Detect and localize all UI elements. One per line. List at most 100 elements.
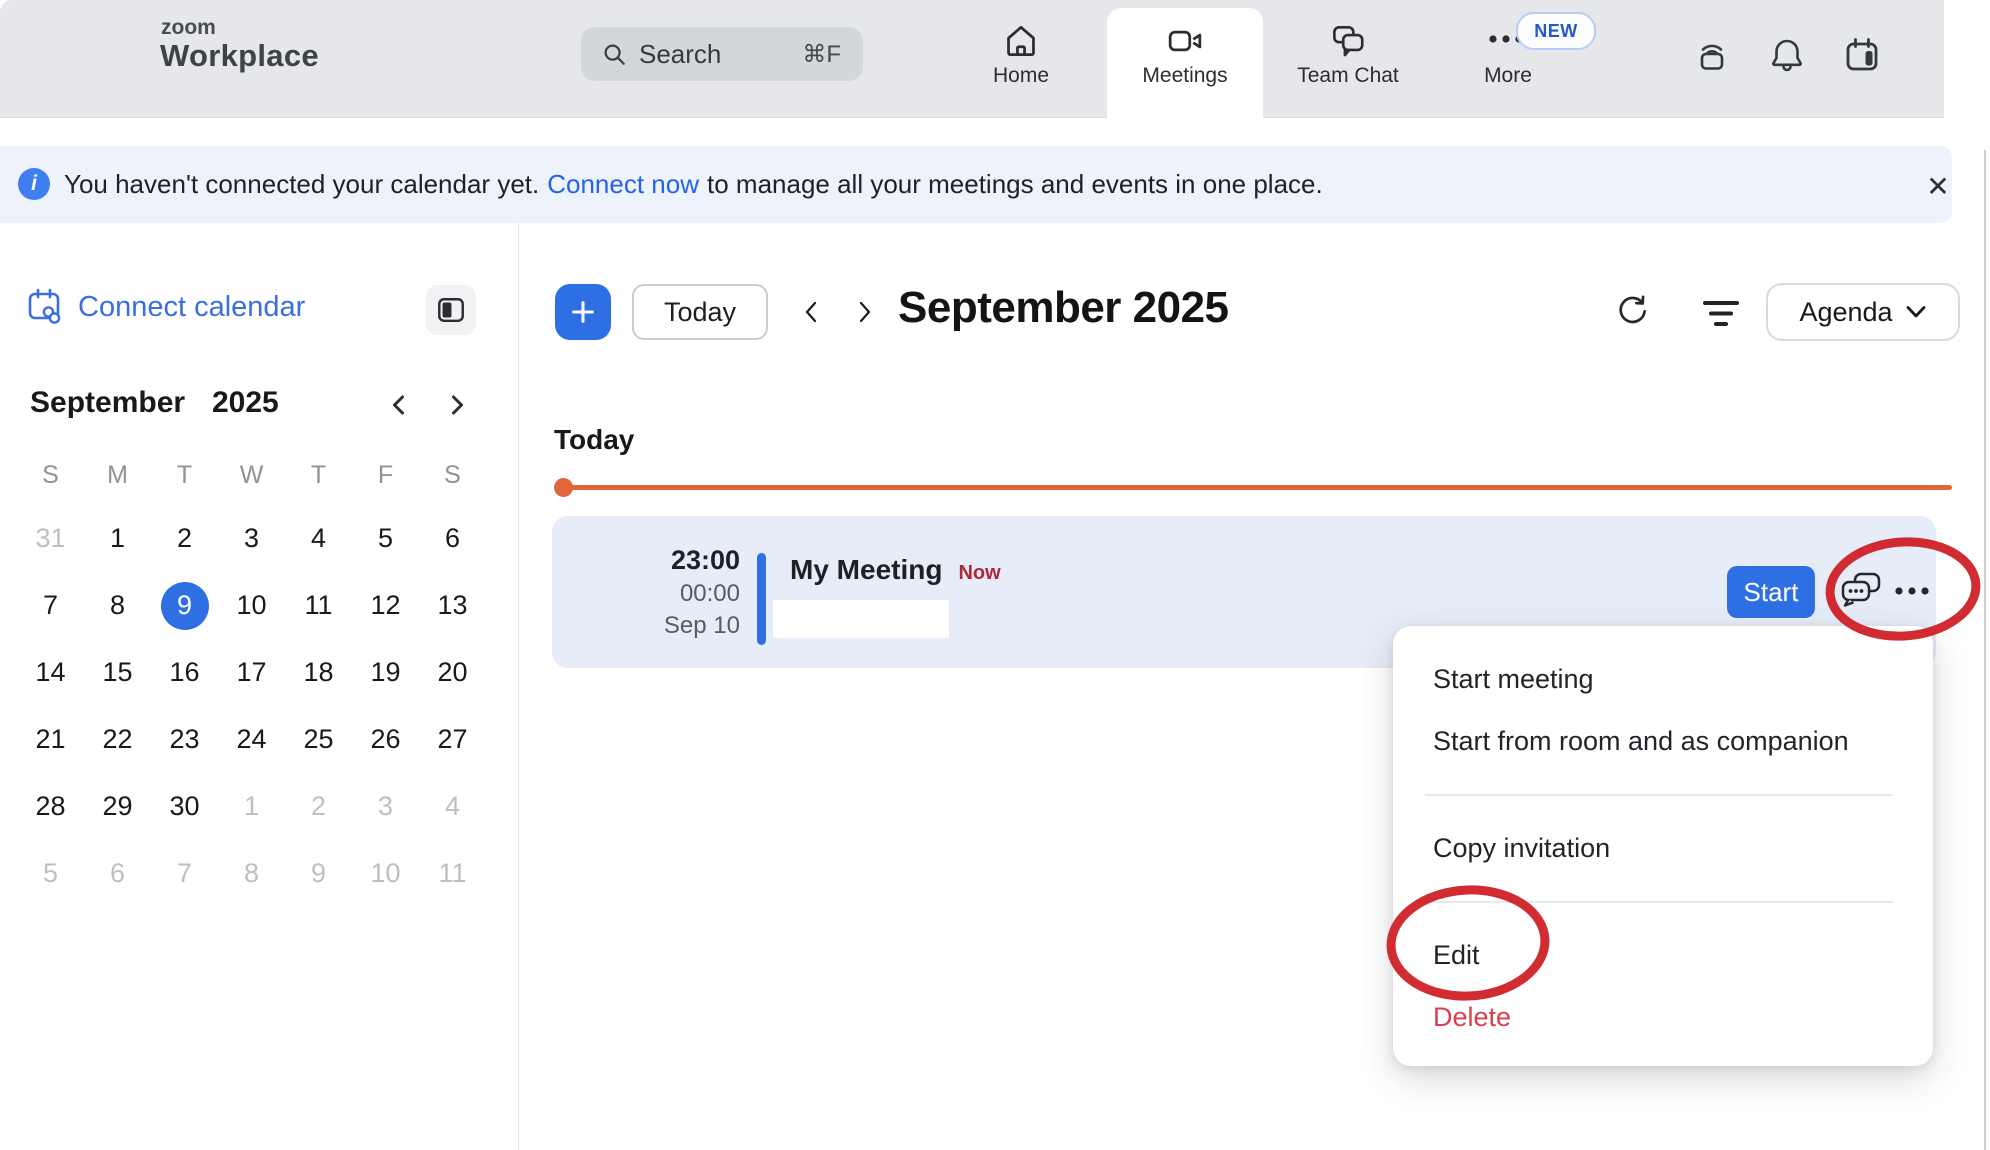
view-selector-button[interactable]: Agenda [1766, 283, 1960, 341]
new-meeting-button[interactable] [555, 284, 611, 340]
mini-cal-day[interactable]: 29 [84, 773, 151, 840]
mini-cal-prev-icon[interactable] [385, 391, 413, 419]
mini-cal-day[interactable]: 18 [285, 639, 352, 706]
info-icon: i [18, 168, 50, 200]
menu-item-copy-invitation[interactable]: Copy invitation [1393, 817, 1933, 879]
meeting-title-row: My Meeting Now [790, 554, 1001, 586]
start-meeting-button[interactable]: Start [1727, 566, 1815, 618]
mini-cal-day[interactable]: 15 [84, 639, 151, 706]
mini-cal-day[interactable]: 12 [352, 572, 419, 639]
mini-cal-day[interactable]: 5 [352, 505, 419, 572]
mini-cal-day[interactable]: 7 [151, 840, 218, 907]
search-input[interactable]: Search ⌘F [581, 27, 863, 81]
mini-cal-day[interactable]: 4 [285, 505, 352, 572]
mini-cal-day[interactable]: 2 [285, 773, 352, 840]
search-icon [601, 41, 627, 67]
tab-home[interactable]: Home [975, 0, 1067, 117]
mini-cal-day[interactable]: 20 [419, 639, 486, 706]
mini-cal-day-number: 17 [236, 657, 266, 688]
mini-cal-day[interactable]: 30 [151, 773, 218, 840]
mini-calendar-grid: 3112345678910111213141516171819202122232… [17, 505, 486, 907]
view-selector-label: Agenda [1799, 297, 1892, 328]
mini-cal-day[interactable]: 1 [218, 773, 285, 840]
mini-cal-day[interactable]: 17 [218, 639, 285, 706]
mini-cal-day-number: 21 [35, 724, 65, 755]
share-to-room-icon[interactable] [1691, 35, 1733, 77]
mini-cal-day[interactable]: 10 [352, 840, 419, 907]
plus-icon [568, 297, 598, 327]
menu-item-delete[interactable]: Delete [1393, 986, 1933, 1048]
connect-calendar-link[interactable]: Connect calendar [26, 287, 305, 327]
mini-cal-day[interactable]: 1 [84, 505, 151, 572]
mini-cal-day[interactable]: 16 [151, 639, 218, 706]
panel-toggle-icon [436, 295, 466, 325]
mini-cal-day-number: 3 [378, 791, 393, 822]
next-period-icon[interactable] [852, 298, 876, 326]
prev-period-icon[interactable] [800, 298, 824, 326]
mini-cal-day[interactable]: 6 [419, 505, 486, 572]
mini-cal-day[interactable]: 19 [352, 639, 419, 706]
mini-cal-day[interactable]: 7 [17, 572, 84, 639]
mini-cal-day[interactable]: 3 [218, 505, 285, 572]
mini-cal-next-icon[interactable] [443, 391, 471, 419]
mini-cal-day[interactable]: 28 [17, 773, 84, 840]
tab-team-chat[interactable]: Team Chat [1278, 0, 1418, 117]
mini-cal-day-header: T [151, 453, 218, 497]
meeting-accent-bar [757, 553, 766, 645]
mini-cal-day[interactable]: 11 [285, 572, 352, 639]
meeting-context-menu: Start meeting Start from room and as com… [1393, 626, 1933, 1066]
banner-close-icon[interactable]: ✕ [1918, 166, 1958, 206]
mini-cal-day-number: 30 [169, 791, 199, 822]
tab-meetings[interactable]: Meetings [1107, 0, 1263, 117]
tab-team-chat-label: Team Chat [1278, 64, 1418, 88]
mini-cal-day-number: 13 [437, 590, 467, 621]
mini-cal-day[interactable]: 2 [151, 505, 218, 572]
toggle-sidebar-button[interactable] [426, 285, 476, 335]
mini-cal-day[interactable]: 22 [84, 706, 151, 773]
notifications-bell-icon[interactable] [1766, 35, 1808, 77]
mini-cal-day[interactable]: 25 [285, 706, 352, 773]
mini-cal-day[interactable]: 21 [17, 706, 84, 773]
mini-cal-day[interactable]: 23 [151, 706, 218, 773]
mini-cal-day-number: 15 [102, 657, 132, 688]
mini-cal-day[interactable]: 24 [218, 706, 285, 773]
mini-cal-day[interactable]: 8 [84, 572, 151, 639]
mini-cal-day-number: 6 [110, 858, 125, 889]
connect-now-link[interactable]: Connect now [547, 169, 699, 200]
mini-cal-day[interactable]: 11 [419, 840, 486, 907]
mini-cal-day-number: 10 [236, 590, 266, 621]
meeting-more-icon[interactable] [1892, 584, 1932, 598]
filter-icon[interactable] [1700, 299, 1742, 329]
mini-cal-year: 2025 [212, 386, 279, 420]
mini-cal-day[interactable]: 5 [17, 840, 84, 907]
meeting-end-date: Sep 10 [600, 610, 740, 642]
mini-cal-day[interactable]: 31 [17, 505, 84, 572]
mini-cal-day[interactable]: 10 [218, 572, 285, 639]
refresh-icon[interactable] [1614, 293, 1654, 333]
calendar-icon[interactable] [1841, 35, 1883, 77]
today-section-label: Today [554, 424, 634, 456]
mini-cal-day[interactable]: 4 [419, 773, 486, 840]
mini-cal-day[interactable]: 9 [285, 840, 352, 907]
search-placeholder: Search [639, 39, 721, 70]
mini-cal-day-number: 5 [43, 858, 58, 889]
mini-cal-day[interactable]: 3 [352, 773, 419, 840]
mini-cal-day-selected[interactable]: 9 [151, 572, 218, 639]
meeting-times: 23:00 00:00 Sep 10 [600, 542, 740, 642]
menu-item-edit[interactable]: Edit [1393, 924, 1933, 986]
today-button[interactable]: Today [632, 284, 768, 340]
mini-cal-day[interactable]: 14 [17, 639, 84, 706]
mini-cal-day-number: 12 [370, 590, 400, 621]
mini-cal-day-header: S [419, 453, 486, 497]
new-badge: NEW [1516, 12, 1596, 50]
mini-cal-day-number: 14 [35, 657, 65, 688]
mini-cal-day[interactable]: 6 [84, 840, 151, 907]
menu-item-start-from-room[interactable]: Start from room and as companion [1393, 710, 1933, 772]
menu-item-start-meeting[interactable]: Start meeting [1393, 648, 1933, 710]
mini-cal-day-number: 25 [303, 724, 333, 755]
chat-bubble-icon[interactable] [1838, 570, 1884, 616]
mini-cal-day[interactable]: 13 [419, 572, 486, 639]
mini-cal-day[interactable]: 27 [419, 706, 486, 773]
mini-cal-day[interactable]: 26 [352, 706, 419, 773]
mini-cal-day[interactable]: 8 [218, 840, 285, 907]
